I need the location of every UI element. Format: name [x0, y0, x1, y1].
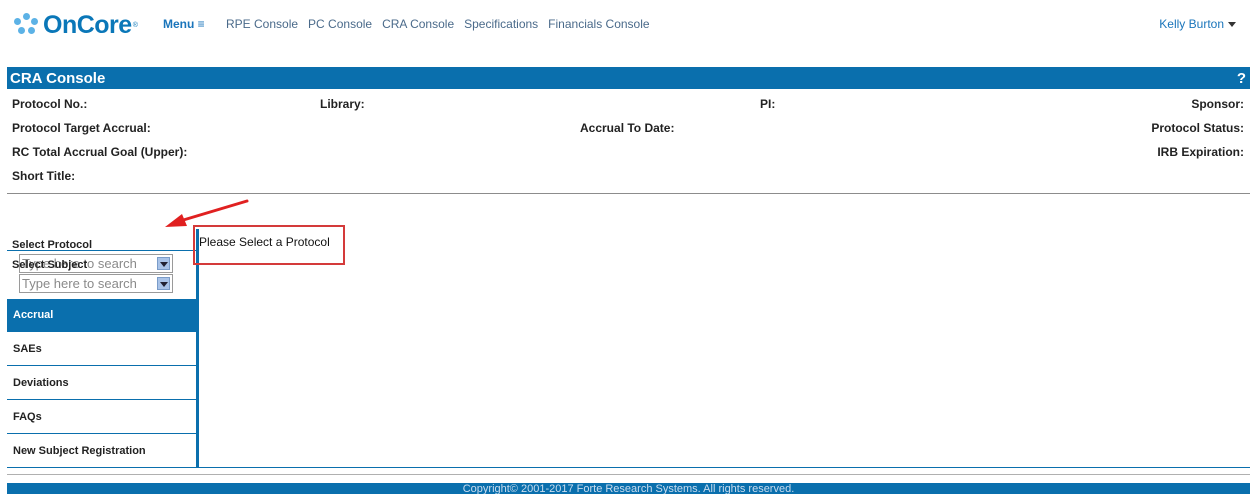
- console-header-bar: CRA Console ?: [7, 67, 1250, 89]
- label-sponsor: Sponsor:: [1191, 97, 1244, 111]
- nav-links: RPE Console PC Console CRA Console Speci…: [226, 17, 650, 31]
- caret-down-icon: [1228, 22, 1236, 28]
- dropdown-arrow-icon[interactable]: [157, 257, 170, 270]
- subject-search-input[interactable]: [22, 275, 146, 292]
- select-protocol-block: Select Protocol: [7, 232, 196, 251]
- top-navbar: OnCore ® Menu ≡ RPE Console PC Console C…: [0, 0, 1250, 50]
- select-subject-combobox[interactable]: [19, 274, 173, 293]
- console-title: CRA Console: [10, 70, 106, 87]
- menu-button[interactable]: Menu ≡: [163, 17, 205, 31]
- copyright-text: Copyright© 2001-2017 Forte Research Syst…: [462, 483, 795, 494]
- help-icon[interactable]: ?: [1237, 70, 1246, 87]
- bottom-divider: [7, 474, 1250, 475]
- annotation-arrow-icon: [165, 199, 249, 227]
- label-irb-expiration: IRB Expiration:: [1157, 145, 1244, 159]
- sidebar-item-saes[interactable]: SAEs: [7, 333, 196, 366]
- bottom-divider: [7, 467, 1250, 468]
- label-protocol-no: Protocol No.:: [12, 97, 88, 111]
- oncore-logo[interactable]: OnCore ®: [14, 11, 138, 39]
- dropdown-arrow-icon[interactable]: [157, 277, 170, 290]
- logo-dots-icon: [14, 13, 38, 37]
- nav-link-pc-console[interactable]: PC Console: [308, 17, 372, 31]
- label-protocol-status: Protocol Status:: [1151, 121, 1244, 135]
- brand-name: OnCore: [43, 10, 132, 39]
- nav-link-specifications[interactable]: Specifications: [464, 17, 538, 31]
- sidebar-item-faqs[interactable]: FAQs: [7, 401, 196, 434]
- label-pi: PI:: [760, 97, 776, 111]
- label-rc-total-accrual-goal: RC Total Accrual Goal (Upper):: [12, 145, 188, 159]
- label-library: Library:: [320, 97, 365, 111]
- select-protocol-message: Please Select a Protocol: [199, 235, 330, 249]
- label-protocol-target-accrual: Protocol Target Accrual:: [12, 121, 151, 135]
- label-accrual-to-date: Accrual To Date:: [580, 121, 675, 135]
- sidebar-item-accrual[interactable]: Accrual: [7, 299, 196, 332]
- nav-link-cra-console[interactable]: CRA Console: [382, 17, 454, 31]
- sidebar-item-new-subject-registration[interactable]: New Subject Registration: [7, 435, 196, 468]
- sidebar-item-deviations[interactable]: Deviations: [7, 367, 196, 400]
- divider: [7, 250, 196, 251]
- header-divider: [7, 193, 1250, 194]
- footer: Copyright© 2001-2017 Forte Research Syst…: [7, 483, 1250, 494]
- nav-link-financials-console[interactable]: Financials Console: [548, 17, 649, 31]
- label-short-title: Short Title:: [12, 169, 76, 183]
- select-subject-label: Select Subject: [12, 259, 88, 271]
- user-menu[interactable]: Kelly Burton: [1159, 17, 1236, 31]
- nav-link-rpe-console[interactable]: RPE Console: [226, 17, 298, 31]
- brand-trademark: ®: [132, 21, 138, 29]
- user-name: Kelly Burton: [1159, 17, 1224, 31]
